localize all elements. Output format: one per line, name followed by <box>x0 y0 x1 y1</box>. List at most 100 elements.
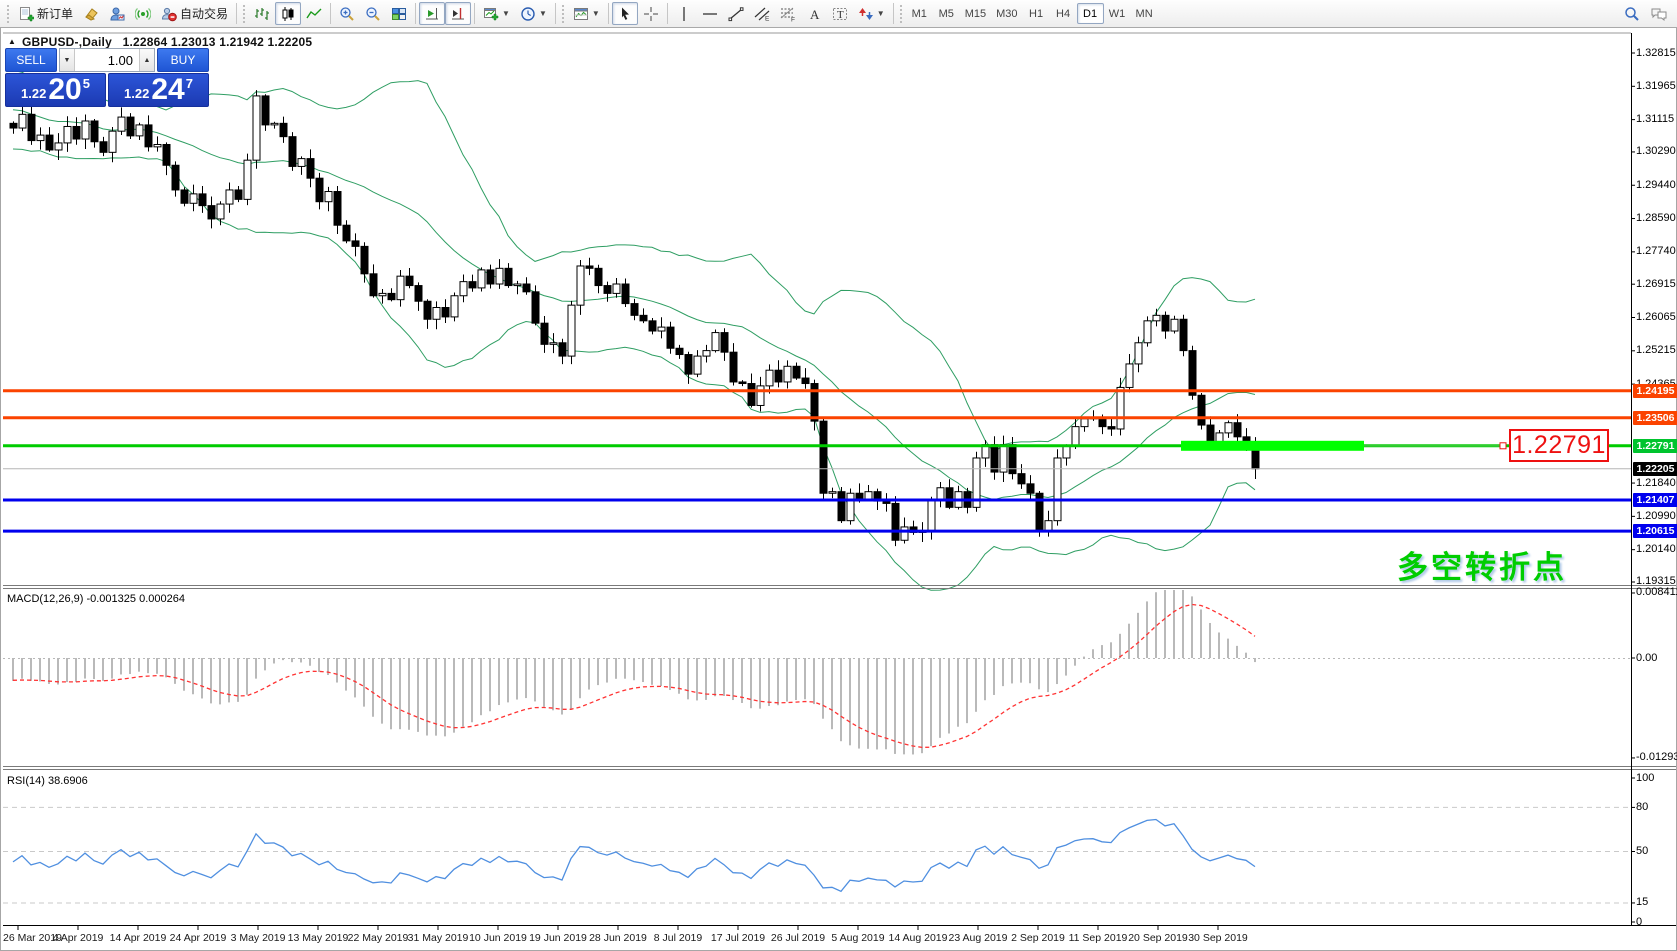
vertical-line-tool-button[interactable] <box>671 2 697 25</box>
new-chart-dropdown-caret[interactable]: ▼ <box>502 9 510 18</box>
timeframe-button-h4[interactable]: H4 <box>1050 3 1077 24</box>
date-tick-label: 11 Sep 2019 <box>1069 932 1128 944</box>
date-tick-label: 23 Aug 2019 <box>949 932 1008 944</box>
fibonacci-icon: F <box>780 6 796 22</box>
date-tick-label: 31 May 2019 <box>408 932 469 944</box>
bar-chart-icon <box>254 6 270 22</box>
sell-price-display[interactable]: 1.22 20 5 <box>5 73 106 107</box>
price-tick: 1.25215 <box>1636 344 1677 357</box>
chart-ohlc-values: 1.22864 1.23013 1.21942 1.22205 <box>123 35 313 49</box>
svg-text:A: A <box>810 7 820 22</box>
price-tick: 1.27740 <box>1636 245 1677 258</box>
volume-decrease-button[interactable]: ▼ <box>60 49 75 71</box>
chart-symbol-period: GBPUSD-,Daily <box>22 35 112 49</box>
chart-shift-icon <box>450 6 466 22</box>
svg-text:T: T <box>837 9 844 21</box>
profiles-dropdown-caret[interactable]: ▼ <box>539 9 547 18</box>
autotrading-button[interactable]: 自动交易 <box>156 2 233 25</box>
profile-icon <box>109 6 125 22</box>
chart-collapse-arrow[interactable]: ▲ <box>8 37 16 46</box>
signals-button[interactable] <box>130 2 156 25</box>
price-tick: 1.21840 <box>1636 477 1677 490</box>
support-highlight-bar <box>1181 441 1364 451</box>
price-tick: 1.29440 <box>1636 179 1677 192</box>
chart-plot[interactable] <box>1 28 1677 951</box>
timeframe-button-m30[interactable]: M30 <box>991 3 1022 24</box>
zoom-out-button[interactable] <box>360 2 386 25</box>
bar-chart-button[interactable] <box>249 2 275 25</box>
label-tool-button[interactable]: T <box>827 2 853 25</box>
timeframe-button-m15[interactable]: M15 <box>960 3 991 24</box>
indicators-dropdown-caret[interactable]: ▼ <box>592 9 600 18</box>
chat-button[interactable] <box>1645 2 1673 25</box>
styler-button[interactable] <box>78 2 104 25</box>
trendline-tool-button[interactable] <box>723 2 749 25</box>
buy-price-big: 24 <box>151 76 184 104</box>
candlestick-series <box>10 90 1259 546</box>
date-tick-label: 14 Apr 2019 <box>110 932 167 944</box>
channel-tool-button[interactable]: E <box>749 2 775 25</box>
sell-button[interactable]: SELL <box>5 48 57 72</box>
search-button[interactable] <box>1619 2 1645 25</box>
horizontal-line-icon <box>702 6 718 22</box>
cursor-tool-button[interactable] <box>612 2 638 25</box>
timeframe-button-w1[interactable]: W1 <box>1104 3 1131 24</box>
line-price-label: 1.21407 <box>1633 493 1677 507</box>
chart-shift-button[interactable] <box>445 2 471 25</box>
date-tick-label: 28 Jun 2019 <box>589 932 647 944</box>
text-tool-button[interactable]: A <box>801 2 827 25</box>
timeframe-button-mn[interactable]: MN <box>1131 3 1158 24</box>
new-chart-button[interactable]: ▼ <box>478 2 515 25</box>
date-tick-label: 13 May 2019 <box>288 932 349 944</box>
buy-price-prefix: 1.22 <box>124 86 149 101</box>
trendline-icon <box>728 6 744 22</box>
chart-title: GBPUSD-,Daily 1.22864 1.23013 1.21942 1.… <box>22 35 312 49</box>
date-tick-label: 2 Sep 2019 <box>1011 932 1065 944</box>
arrows-dropdown-caret[interactable]: ▼ <box>877 9 885 18</box>
arrows-tool-button[interactable]: ▼ <box>853 2 890 25</box>
text-icon: A <box>806 6 822 22</box>
arrow-objects-icon <box>858 6 874 22</box>
timeframe-button-m1[interactable]: M1 <box>906 3 933 24</box>
zoom-in-icon <box>339 6 355 22</box>
zoom-in-button[interactable] <box>334 2 360 25</box>
auto-scroll-button[interactable] <box>419 2 445 25</box>
price-callout-box[interactable]: 1.22791 <box>1509 429 1609 462</box>
timeframe-button-h1[interactable]: H1 <box>1023 3 1050 24</box>
line-chart-button[interactable] <box>301 2 327 25</box>
tile-windows-button[interactable] <box>386 2 412 25</box>
search-icon <box>1624 6 1640 22</box>
new-order-label: 新订单 <box>37 5 73 22</box>
horizontal-line-tool-button[interactable] <box>697 2 723 25</box>
community-button[interactable] <box>104 2 130 25</box>
new-order-icon <box>18 6 34 22</box>
indicators-button[interactable]: ▼ <box>568 2 605 25</box>
cursor-icon <box>617 6 633 22</box>
cn-annotation-text[interactable]: 多空转折点 <box>1397 542 1567 587</box>
date-tick-label: 8 Jul 2019 <box>654 932 702 944</box>
date-tick-label: 14 Aug 2019 <box>889 932 948 944</box>
tile-windows-icon <box>391 6 407 22</box>
date-tick-label: 17 Jul 2019 <box>711 932 765 944</box>
buy-price-pip: 7 <box>186 76 193 91</box>
date-tick-label: 4 Apr 2019 <box>53 932 104 944</box>
new-order-button[interactable]: 新订单 <box>13 2 78 25</box>
callout-anchor <box>1500 443 1506 449</box>
equidistant-channel-icon: E <box>754 6 770 22</box>
timeframe-button-m5[interactable]: M5 <box>933 3 960 24</box>
fibonacci-tool-button[interactable]: F <box>775 2 801 25</box>
candlestick-chart-button[interactable] <box>275 2 301 25</box>
buy-button[interactable]: BUY <box>157 48 209 72</box>
chat-icon <box>1650 6 1668 22</box>
autotrading-icon <box>161 6 177 22</box>
volume-value[interactable]: 1.00 <box>75 49 139 71</box>
date-tick-label: 22 May 2019 <box>348 932 409 944</box>
line-price-label: 1.23506 <box>1633 411 1677 425</box>
timeframe-button-d1[interactable]: D1 <box>1077 3 1104 24</box>
timeframe-bar: M1M5M15M30H1H4D1W1MN <box>906 3 1158 24</box>
volume-increase-button[interactable]: ▲ <box>139 49 154 71</box>
crosshair-tool-button[interactable] <box>638 2 664 25</box>
buy-price-display[interactable]: 1.22 24 7 <box>108 73 209 107</box>
profiles-button[interactable]: ▼ <box>515 2 552 25</box>
macd-tick: 0.008411 <box>1636 586 1677 599</box>
